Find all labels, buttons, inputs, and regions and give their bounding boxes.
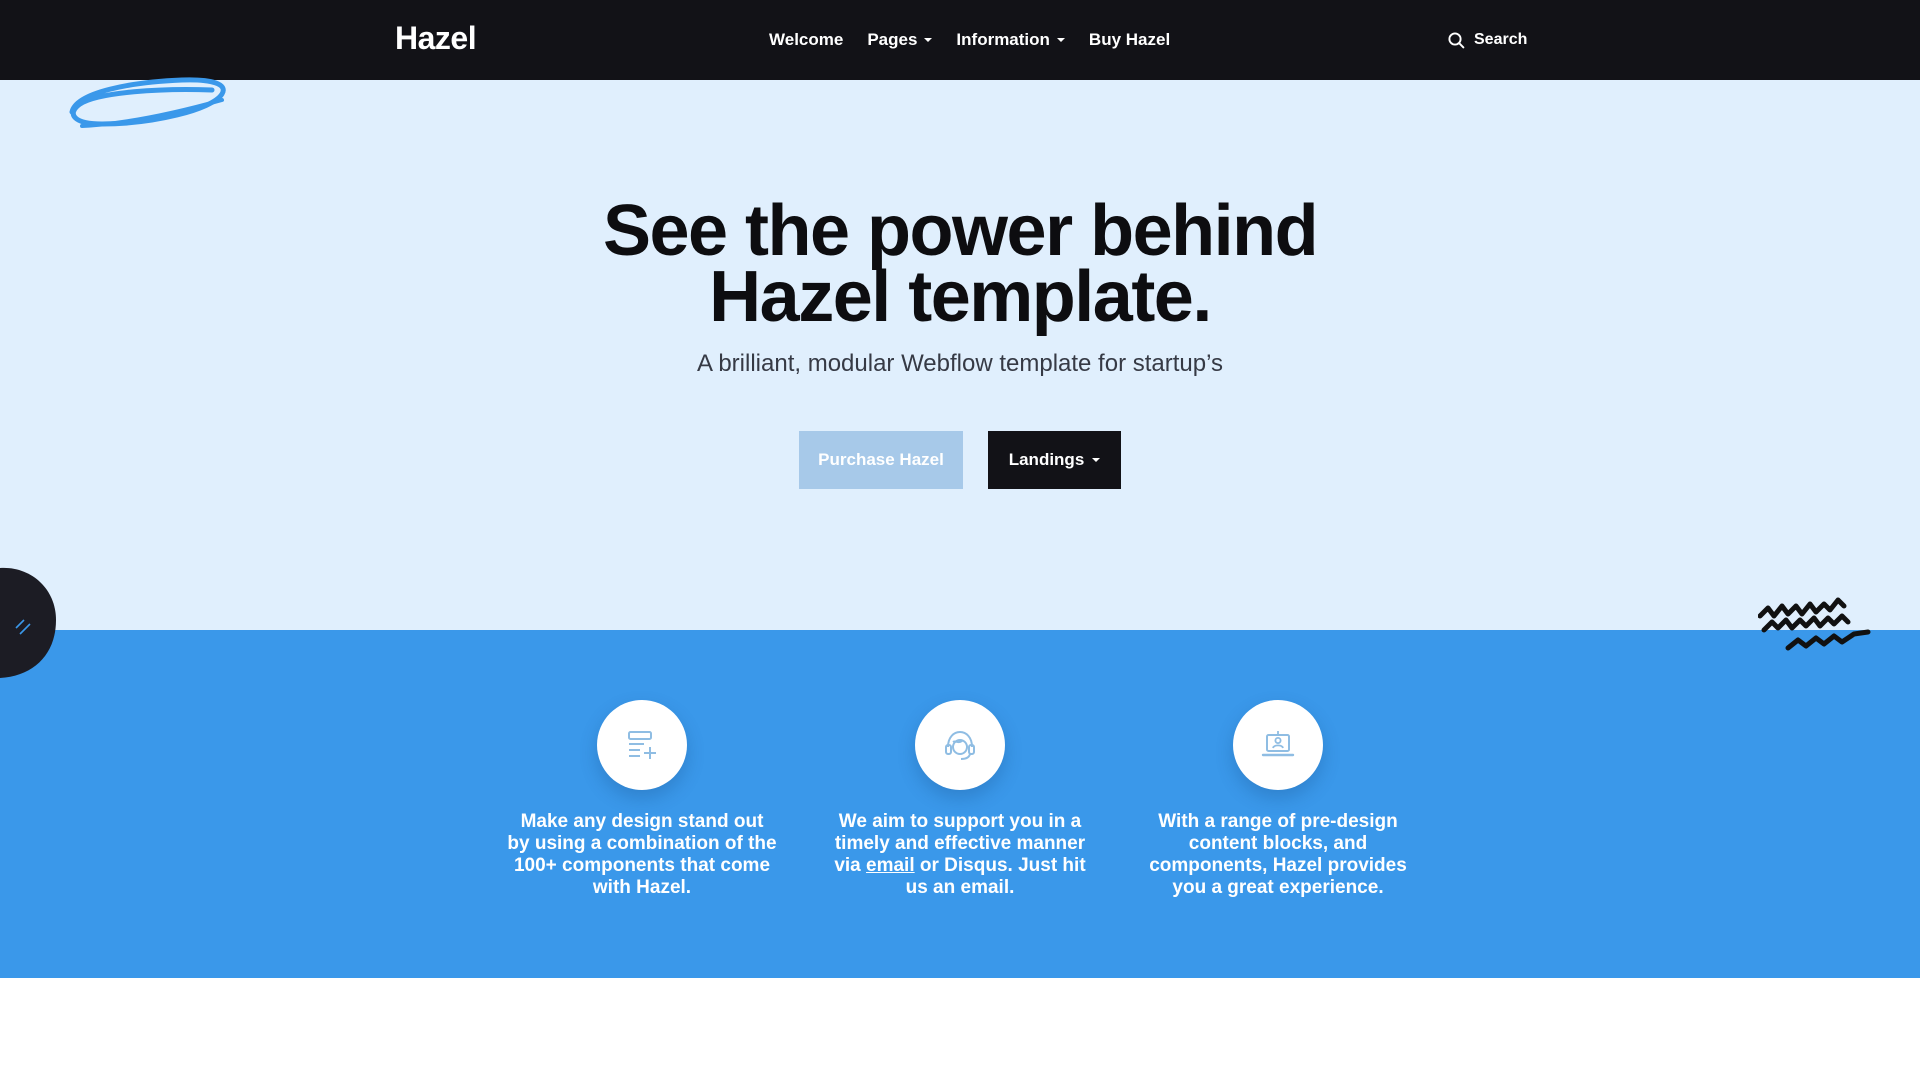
feature-card-blocks: With a range of pre-design content block…	[1143, 700, 1413, 899]
zigzag-decoration	[1758, 597, 1871, 651]
feature-card-support: We aim to support you in a timely and ef…	[825, 700, 1095, 899]
nav-link-label: Pages	[867, 30, 918, 49]
feature-text-part: Make any design stand out by using a com…	[507, 811, 777, 898]
main-nav: Welcome Pages Information Buy Hazel	[769, 0, 1170, 80]
nav-link-information[interactable]: Information	[956, 30, 1065, 50]
laptop-user-icon	[1261, 731, 1295, 757]
feature-text-part: or Disqus. Just hit us an email.	[905, 855, 1086, 898]
feature-card-components: Make any design stand out by using a com…	[507, 700, 777, 899]
nav-link-label: Buy Hazel	[1088, 30, 1171, 49]
hero-subtitle: A brilliant, modular Webflow template fo…	[696, 350, 1224, 377]
nav-link-welcome[interactable]: Welcome	[769, 30, 843, 50]
feature-text: We aim to support you in a timely and ef…	[825, 811, 1095, 899]
lower-section	[0, 978, 1920, 1080]
feature-icon-circle	[1233, 700, 1323, 790]
nav-link-label: Welcome	[769, 30, 844, 49]
search-icon	[1448, 31, 1465, 48]
nav-link-pages[interactable]: Pages	[867, 30, 933, 50]
search-label: Search	[1474, 31, 1528, 48]
hero-section: See the power behind Hazel template. A b…	[0, 80, 1920, 630]
caret-down-icon	[1092, 458, 1101, 462]
hero-title-line-2: Hazel template.	[709, 257, 1212, 337]
email-link[interactable]: email	[866, 855, 915, 876]
search-button[interactable]: Search	[1448, 0, 1527, 80]
feature-icon-circle	[597, 700, 687, 790]
scribble-decoration	[69, 77, 226, 128]
top-navbar: Hazel Welcome Pages Information Buy Haze…	[0, 0, 1920, 80]
nav-link-buy-hazel[interactable]: Buy Hazel	[1089, 30, 1170, 50]
feature-text: With a range of pre-design content block…	[1143, 811, 1413, 899]
landings-label: Landings	[1008, 450, 1085, 469]
landings-dropdown-button[interactable]: Landings	[988, 431, 1121, 489]
support-agent-icon	[945, 730, 975, 760]
form-add-icon	[628, 731, 656, 759]
features-section: Make any design stand out by using a com…	[0, 630, 1920, 978]
hero-title: See the power behind Hazel template.	[0, 195, 1920, 333]
site-logo[interactable]: Hazel	[395, 20, 477, 57]
nav-link-label: Information	[956, 30, 1050, 49]
purchase-hazel-label: Purchase Hazel	[818, 450, 944, 469]
feature-text-part: With a range of pre-design content block…	[1149, 811, 1407, 898]
purchase-hazel-button[interactable]: Purchase Hazel	[799, 431, 963, 489]
caret-down-icon	[924, 38, 933, 42]
dark-blob-decoration	[0, 567, 56, 678]
caret-down-icon	[1056, 38, 1065, 42]
feature-icon-circle	[915, 700, 1005, 790]
feature-text: Make any design stand out by using a com…	[507, 811, 777, 899]
